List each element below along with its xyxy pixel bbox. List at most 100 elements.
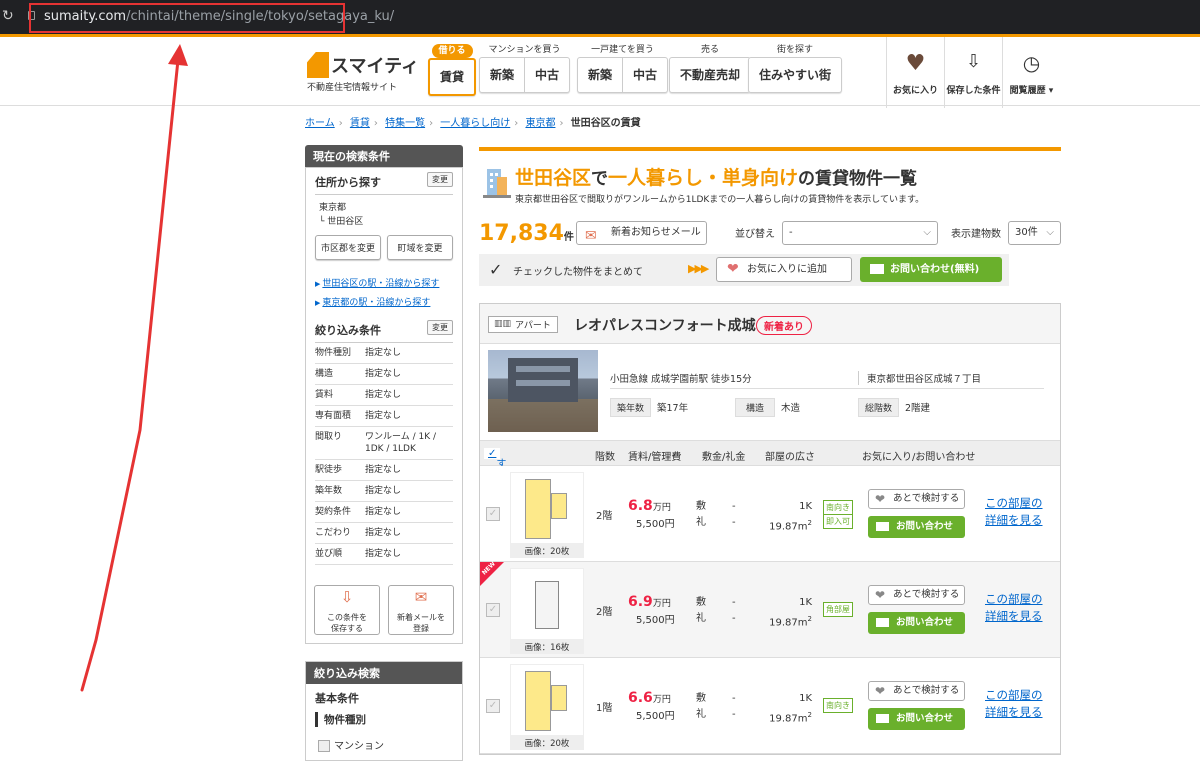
new-arrival-mail-button[interactable]: ✉ 新着お知らせメール bbox=[576, 221, 707, 245]
filter-key: 物件種別 bbox=[315, 348, 352, 358]
filter-value: 指定なし bbox=[365, 528, 402, 538]
col-size: 部屋の広さ bbox=[765, 452, 815, 463]
room-detail-link[interactable]: この部屋の 詳細を見る bbox=[985, 687, 1043, 721]
check-icon: ✓ bbox=[489, 260, 503, 279]
page-title-block: 世田谷区で一人暮らし・単身向けの賃貸物件一覧 東京都世田谷区で間取りがワンルーム… bbox=[483, 163, 1061, 205]
save-tray-icon: ⇩ bbox=[965, 51, 982, 72]
title-rest: の賃貸物件一覧 bbox=[798, 169, 918, 189]
station-search-tokyo-link[interactable]: 東京都の駅・沿線から探す bbox=[315, 295, 453, 308]
room-detail-link[interactable]: この部屋の 詳細を見る bbox=[985, 591, 1043, 625]
room-checkbox[interactable]: ✓ bbox=[486, 603, 500, 617]
station-search-setagaya-link[interactable]: 世田谷区の駅・沿線から探す bbox=[315, 276, 453, 289]
nav-button-town[interactable]: 住みやすい街 bbox=[749, 58, 841, 92]
rent-unit: 万円 bbox=[652, 503, 671, 513]
filter-key: こだわり bbox=[315, 528, 352, 538]
room-rent: 6.9万円 bbox=[628, 594, 671, 610]
room-checkbox[interactable]: ✓ bbox=[486, 699, 500, 713]
basic-conditions-title: 基本条件 bbox=[315, 692, 359, 705]
nav-button-mansion-used[interactable]: 中古 bbox=[525, 58, 569, 92]
change-town-button[interactable]: 町域を変更 bbox=[387, 235, 453, 260]
site-logo[interactable]: スマイティ 不動産住宅情報サイト bbox=[307, 52, 419, 93]
consider-later-button[interactable]: ❤ あとで検討する bbox=[868, 585, 965, 605]
heart-icon: ♥ bbox=[905, 51, 926, 76]
title-theme: 一人暮らし・単身向け bbox=[608, 167, 799, 189]
room-inquiry-button[interactable]: お問い合わせ bbox=[868, 708, 965, 730]
filter-value: 指定なし bbox=[365, 465, 402, 475]
select-all-link[interactable]: ✓すべて選択 bbox=[484, 448, 506, 530]
property-address: 東京都世田谷区成城７丁目 bbox=[858, 371, 981, 385]
room-checkbox[interactable]: ✓ bbox=[486, 507, 500, 521]
deposit-label: 敷 bbox=[696, 501, 706, 512]
filter-row: こだわり 指定なし bbox=[315, 523, 453, 544]
breadcrumb-features[interactable]: 特集一覧 bbox=[385, 118, 425, 129]
main-content: 世田谷区で一人暮らし・単身向けの賃貸物件一覧 東京都世田谷区で間取りがワンルーム… bbox=[479, 147, 1061, 755]
room-area: 19.87m bbox=[769, 617, 808, 629]
browser-address-bar: ↻ sumaity.com/chintai/theme/single/tokyo… bbox=[0, 0, 1200, 34]
nav-group-sell: 売る 不動産売却 bbox=[669, 43, 752, 93]
result-toolbar: 17,834件 ✉ 新着お知らせメール 並び替え - ⌵ 表示建物数 30件 ⌵ bbox=[479, 221, 1061, 247]
bulk-action-bar: ✓ チェックした物件をまとめて ▶▶▶ ❤ お気に入りに追加 お問い合わせ(無料) bbox=[479, 254, 1009, 286]
room-inquiry-button[interactable]: お問い合わせ bbox=[868, 612, 965, 634]
room-detail-link[interactable]: この部屋の 詳細を見る bbox=[985, 495, 1043, 529]
filter-value: 指定なし bbox=[365, 348, 402, 358]
change-city-button[interactable]: 市区郡を変更 bbox=[315, 235, 381, 260]
favorites-nav[interactable]: ♥ お気に入り bbox=[886, 37, 944, 108]
deposit-label: 敷 bbox=[696, 597, 706, 608]
consider-later-button[interactable]: ❤ あとで検討する bbox=[868, 489, 965, 509]
filter-change-button[interactable]: 変更 bbox=[427, 320, 453, 335]
sort-select[interactable]: - ⌵ bbox=[782, 221, 938, 245]
property-name[interactable]: レオパレスコンフォート成城 bbox=[574, 315, 756, 335]
nav-button-house-new[interactable]: 新築 bbox=[578, 58, 624, 92]
deposit-value: - bbox=[732, 693, 736, 704]
chevron-down-icon: ⌵ bbox=[923, 227, 931, 238]
breadcrumb-home[interactable]: ホーム bbox=[305, 118, 335, 129]
property-type-badge: ▥▥ アパート bbox=[488, 316, 558, 333]
page-description: 東京都世田谷区で間取りがワンルームから1LDKまでの一人暮らし向けの賃貸物件を表… bbox=[515, 195, 925, 205]
nav-button-rent[interactable]: 賃貸 bbox=[430, 60, 474, 94]
mail-icon: ✉ bbox=[414, 588, 428, 606]
filter-row: 構造 指定なし bbox=[315, 364, 453, 385]
management-fee: 5,500円 bbox=[636, 711, 675, 722]
refresh-icon[interactable]: ↻ bbox=[2, 8, 14, 24]
filter-list: 物件種別 指定なし 構造 指定なし 賃料 指定なし 専有面積 指定なし 間取り ワンルーム… bbox=[315, 343, 453, 565]
mail-icon: ✉ bbox=[585, 228, 597, 244]
nav-button-house-used[interactable]: 中古 bbox=[623, 58, 667, 92]
property-card: ▥▥ アパート レオパレスコンフォート成城 新着あり 小田急線 成城学園前駅 徒歩… bbox=[479, 303, 1061, 755]
bulk-inquiry-button[interactable]: お問い合わせ(無料) bbox=[860, 257, 1002, 282]
floor-plan-image[interactable] bbox=[510, 664, 584, 736]
deposit-label: 敷 bbox=[696, 693, 706, 704]
history-nav[interactable]: ◷ 閲覧履歴 ▾ bbox=[1002, 37, 1060, 108]
nav-caption-buy-mansion: マンションを買う bbox=[488, 45, 561, 55]
floor-plan-image[interactable] bbox=[510, 472, 584, 544]
nav-caption-rent: 借りる bbox=[431, 44, 473, 58]
mail-icon bbox=[876, 714, 889, 723]
filter-key: 並び順 bbox=[315, 549, 343, 559]
mansion-checkbox[interactable] bbox=[318, 740, 330, 752]
breadcrumb-tokyo[interactable]: 東京都 bbox=[525, 118, 555, 129]
room-area: 19.87m bbox=[769, 521, 808, 533]
consider-later-button[interactable]: ❤ あとで検討する bbox=[868, 681, 965, 701]
history-label: 閲覧履歴 ▾ bbox=[1009, 86, 1054, 96]
room-inquiry-button[interactable]: お問い合わせ bbox=[868, 516, 965, 538]
saved-conditions-nav[interactable]: ⇩ 保存した条件 bbox=[944, 37, 1002, 108]
nav-button-mansion-new[interactable]: 新築 bbox=[480, 58, 526, 92]
consider-later-label: あとで検討する bbox=[893, 685, 960, 696]
option-mansion[interactable]: マンション bbox=[318, 737, 450, 752]
floor-plan-image[interactable] bbox=[510, 568, 584, 640]
deposit-labels: 敷礼 bbox=[696, 691, 706, 723]
filter-title: 絞り込み条件 bbox=[315, 324, 381, 337]
breadcrumb-single[interactable]: 一人暮らし向け bbox=[440, 118, 510, 129]
building-icon bbox=[483, 169, 511, 198]
filter-row: 間取り ワンルーム / 1K / 1DK / 1LDK bbox=[315, 427, 453, 460]
address-change-button[interactable]: 変更 bbox=[427, 172, 453, 187]
save-condition-button[interactable]: ⇩ この条件を 保存する bbox=[314, 585, 380, 635]
new-mail-register-button[interactable]: ✉ 新着メールを 登録 bbox=[388, 585, 454, 635]
bulk-add-favorite-button[interactable]: ❤ お気に入りに追加 bbox=[716, 257, 852, 282]
property-photo[interactable] bbox=[488, 350, 598, 432]
display-count-select[interactable]: 30件 ⌵ bbox=[1008, 221, 1061, 245]
breadcrumb-rent[interactable]: 賃貸 bbox=[350, 118, 370, 129]
address-title: 住所から探す bbox=[315, 176, 381, 189]
selected-prefecture: 東京都 bbox=[319, 203, 347, 213]
nav-button-sell[interactable]: 不動産売却 bbox=[670, 58, 750, 92]
nav-caption-sell: 売る bbox=[701, 45, 720, 55]
